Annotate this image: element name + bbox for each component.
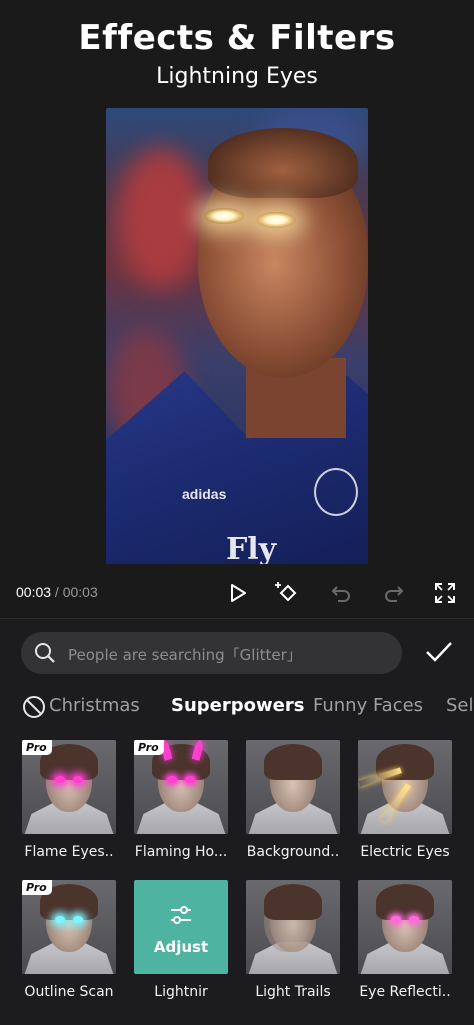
effect-label: Flame Eyes.. (24, 844, 114, 860)
confirm-button[interactable] (424, 639, 454, 665)
tab-christmas[interactable]: Christmas (49, 695, 140, 716)
club-crest-icon (314, 468, 358, 516)
search-icon (35, 643, 55, 663)
playback-controls: 00:03 / 00:03 (0, 576, 474, 610)
time-separator: / (51, 584, 63, 600)
video-preview[interactable]: adidas Fly (106, 108, 368, 564)
play-icon (231, 584, 246, 602)
glowing-eye-right (256, 212, 296, 228)
keyframe-button[interactable] (274, 580, 300, 606)
effect-tile-flame-eyes[interactable]: Pro (22, 740, 116, 834)
page-title: Effects & Filters (78, 18, 396, 58)
tab-superpowers[interactable]: Superpowers (171, 695, 304, 716)
pro-badge: Pro (22, 740, 52, 755)
total-duration: 00:03 (62, 584, 98, 600)
tab-funny-faces[interactable]: Funny Faces (313, 695, 423, 716)
effect-tile-electric-eyes[interactable] (358, 740, 452, 834)
glowing-eye-left (204, 208, 244, 224)
jersey-brand: adidas (182, 486, 227, 502)
effect-label: Electric Eyes (360, 844, 450, 860)
search-input[interactable]: People are searching「Glitter」 (68, 644, 302, 665)
effect-tile-outline-scan[interactable]: Pro (22, 880, 116, 974)
effect-label: Eye Reflecti.. (359, 984, 451, 1000)
redo-icon (385, 586, 404, 602)
adjust-sliders-icon (171, 906, 191, 924)
no-effect-icon[interactable] (22, 695, 46, 719)
undo-button[interactable] (328, 580, 354, 606)
effect-tile-eye-reflection[interactable] (358, 880, 452, 974)
effect-label: Lightnir (154, 984, 208, 1000)
current-time: 00:03 (16, 584, 52, 600)
effect-tile-lightning-eyes-selected[interactable]: Adjust (134, 880, 228, 974)
fullscreen-button[interactable] (432, 580, 458, 606)
category-tabs: Christmas Superpowers Funny Faces Selfie (0, 689, 474, 725)
redo-button[interactable] (381, 580, 407, 606)
effect-name-subtitle: Lightning Eyes (156, 64, 318, 89)
jersey-sponsor: Fly (226, 532, 277, 564)
effect-label: Outline Scan (24, 984, 114, 1000)
pro-badge: Pro (134, 740, 164, 755)
adjust-label: Adjust (153, 938, 209, 956)
effect-tile-background[interactable] (246, 740, 340, 834)
effect-tile-light-trails[interactable] (246, 880, 340, 974)
effect-label: Light Trails (255, 984, 331, 1000)
effect-label: Flaming Ho... (134, 844, 228, 860)
keyframe-add-icon (275, 582, 297, 602)
pro-badge: Pro (22, 880, 52, 895)
checkmark-icon (426, 642, 452, 662)
undo-icon (331, 586, 350, 602)
fullscreen-icon (435, 583, 455, 603)
play-button[interactable] (225, 580, 251, 606)
effect-tile-flaming-horns[interactable]: Pro (134, 740, 228, 834)
time-display: 00:03 / 00:03 (16, 584, 98, 600)
effect-label: Background.. (246, 844, 340, 860)
tab-selfie[interactable]: Selfie (446, 695, 474, 716)
search-bar[interactable]: People are searching「Glitter」 (21, 632, 402, 674)
hair (208, 128, 358, 198)
effects-panel: People are searching「Glitter」 Christmas … (0, 618, 474, 1025)
